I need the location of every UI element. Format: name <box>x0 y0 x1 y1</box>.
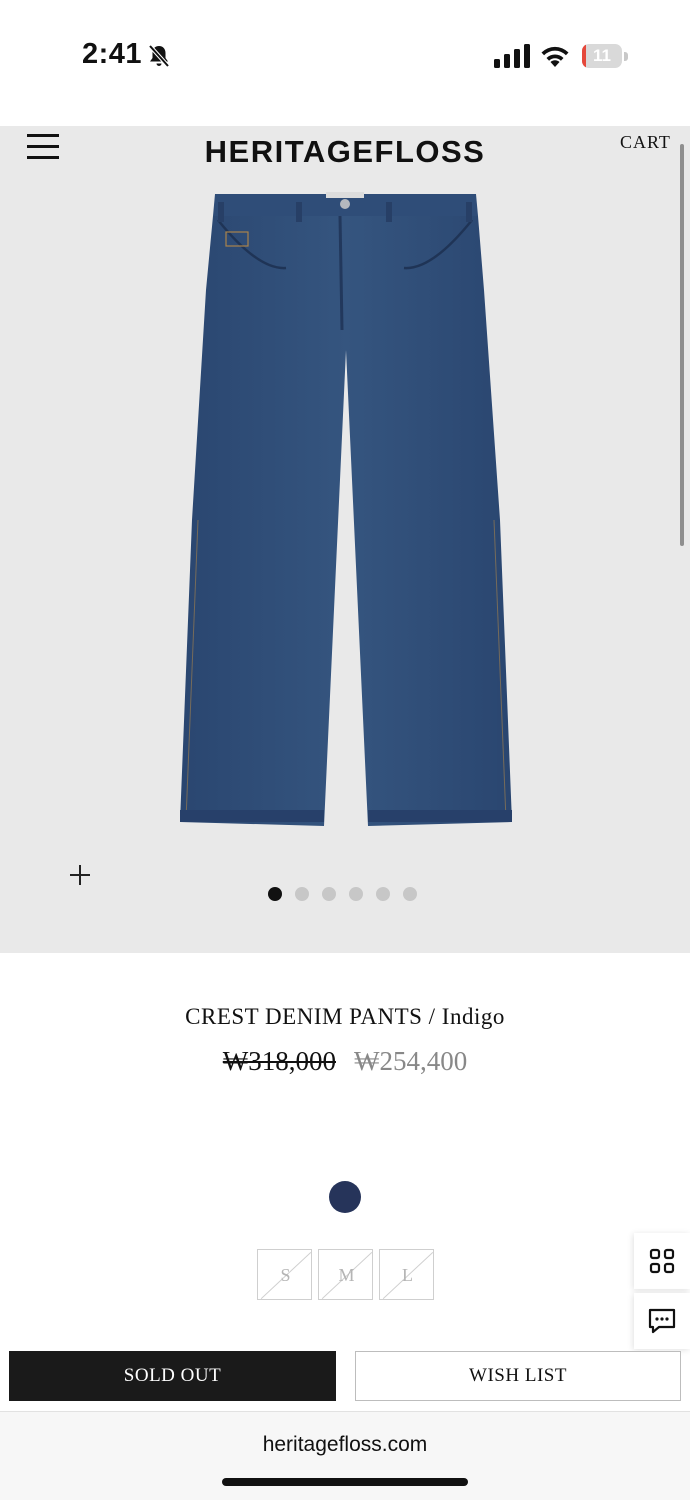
pagination-dot[interactable] <box>403 887 417 901</box>
price-row: ₩318,000 ₩254,400 <box>0 1046 690 1077</box>
sale-price: ₩254,400 <box>354 1046 468 1076</box>
bell-slash-icon <box>148 44 170 68</box>
pagination-dot[interactable] <box>376 887 390 901</box>
wish-list-button[interactable]: WISH LIST <box>355 1351 681 1401</box>
cart-link[interactable]: CART <box>620 132 671 153</box>
brand-logo[interactable]: HERITAGEFLOSS <box>0 134 690 170</box>
cellular-signal-icon <box>494 44 530 68</box>
grid-view-button[interactable] <box>634 1233 690 1289</box>
size-options: S M L <box>257 1249 434 1300</box>
pagination-dot[interactable] <box>322 887 336 901</box>
color-swatch-indigo[interactable] <box>329 1181 361 1213</box>
original-price: ₩318,000 <box>222 1046 336 1076</box>
home-indicator[interactable] <box>222 1478 468 1486</box>
status-time: 2:41 <box>82 38 143 70</box>
size-label: L <box>402 1265 413 1285</box>
battery-icon: 11 <box>582 44 628 68</box>
wifi-icon <box>541 46 569 67</box>
browser-address-bar: heritagefloss.com <box>0 1411 690 1500</box>
battery-cap <box>624 52 628 61</box>
size-label: S <box>280 1265 291 1285</box>
zoom-plus-icon[interactable] <box>69 864 91 886</box>
product-gallery[interactable]: HERITAGEFLOSS CART <box>0 126 690 953</box>
status-bar: 2:41 11 <box>0 0 690 110</box>
pagination-dot[interactable] <box>349 887 363 901</box>
size-option-l[interactable]: L <box>379 1249 434 1300</box>
battery-body: 11 <box>582 44 622 68</box>
chat-button[interactable] <box>634 1293 690 1349</box>
sold-out-button[interactable]: SOLD OUT <box>9 1351 336 1401</box>
size-label: M <box>338 1265 355 1285</box>
pagination-dot[interactable] <box>268 887 282 901</box>
battery-level-label: 11 <box>593 46 611 65</box>
grid-icon <box>649 1248 675 1274</box>
pagination-dot[interactable] <box>295 887 309 901</box>
product-image-denim-pants[interactable] <box>178 190 512 830</box>
size-option-s[interactable]: S <box>257 1249 312 1300</box>
url-text[interactable]: heritagefloss.com <box>0 1433 690 1457</box>
size-option-m[interactable]: M <box>318 1249 373 1300</box>
gallery-pagination[interactable] <box>268 887 417 902</box>
product-title: CREST DENIM PANTS / Indigo <box>185 1004 505 1029</box>
chat-bubble-icon <box>648 1308 676 1334</box>
scrollbar[interactable] <box>680 144 684 546</box>
